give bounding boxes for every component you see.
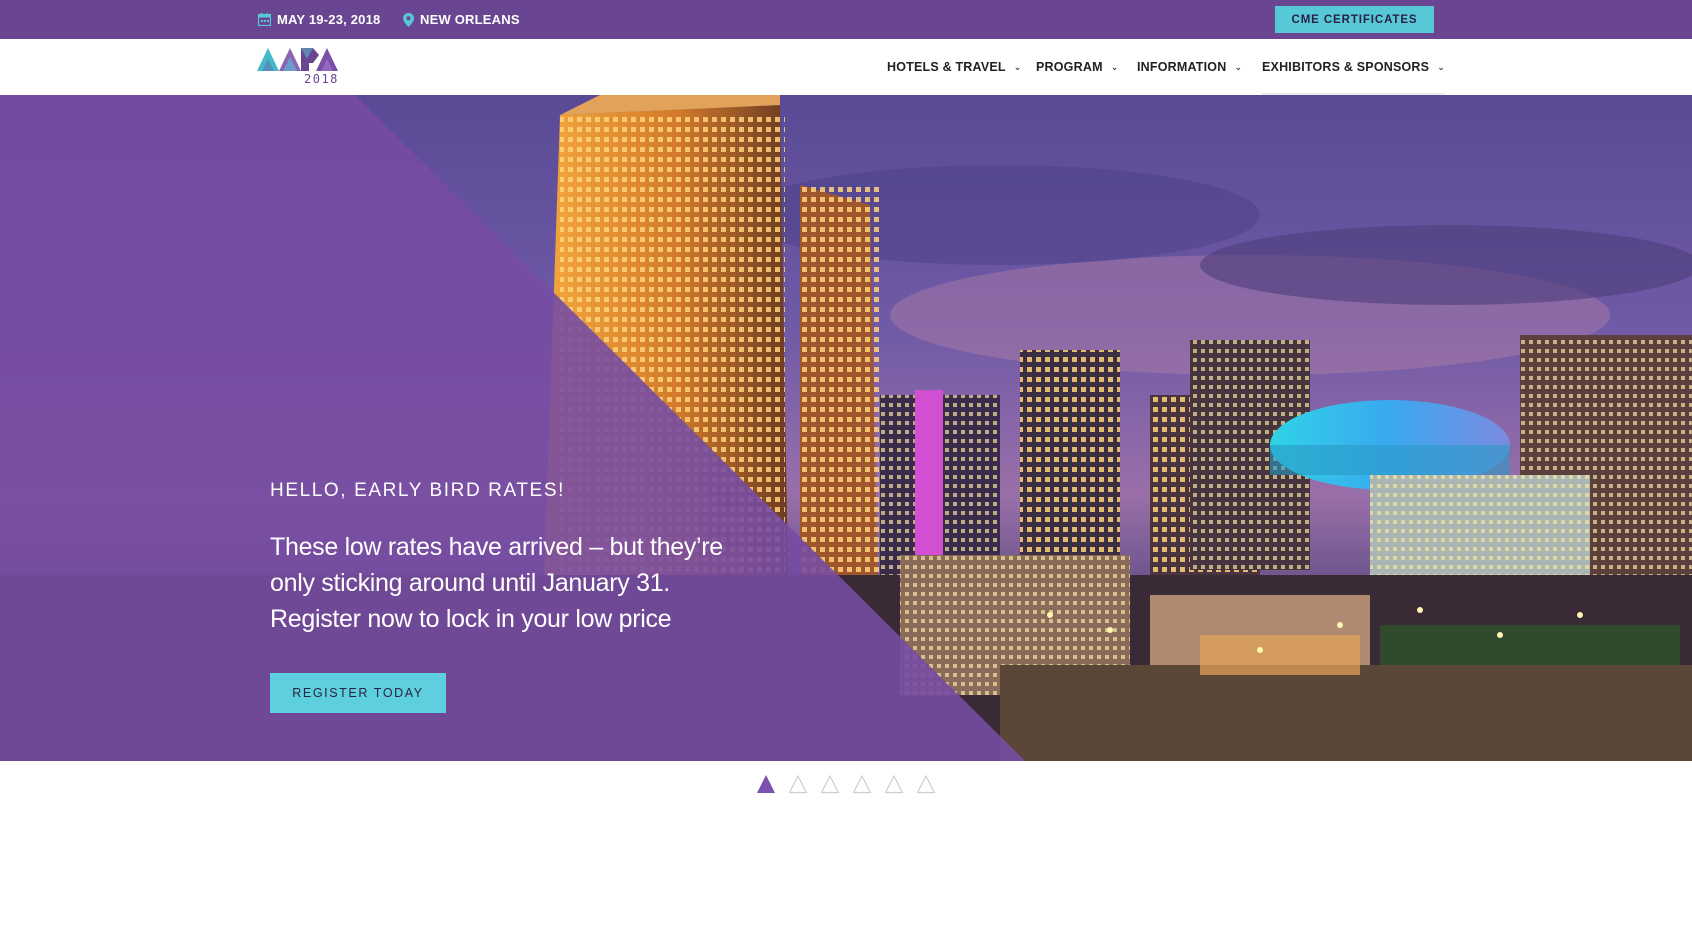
event-location-text: NEW ORLEANS — [420, 12, 520, 27]
event-location: NEW ORLEANS — [403, 0, 520, 39]
nav-information-label: INFORMATION — [1137, 60, 1227, 74]
aapa-logo[interactable]: 2018 — [257, 45, 347, 91]
slide-3-triangle-icon[interactable] — [820, 774, 840, 794]
chevron-down-icon: ⌄ — [1437, 61, 1445, 72]
nav-information[interactable]: INFORMATION ⌄ — [1137, 39, 1242, 95]
hero-city-skyline-image — [0, 95, 1692, 761]
slide-1-triangle-icon[interactable] — [756, 774, 776, 794]
nav-program-label: PROGRAM — [1036, 60, 1103, 74]
slider-pagination — [756, 774, 936, 794]
cme-certificates-button[interactable]: CME CERTIFICATES — [1275, 6, 1434, 33]
chevron-down-icon: ⌄ — [1013, 61, 1022, 72]
nav-exhibitors-sponsors[interactable]: EXHIBITORS & SPONSORS ⌄ — [1262, 39, 1445, 95]
event-date: MAY 19-23, 2018 — [258, 0, 380, 39]
chevron-down-icon: ⌄ — [1234, 61, 1243, 72]
event-date-text: MAY 19-23, 2018 — [277, 12, 381, 27]
hero-kicker: HELLO, EARLY BIRD RATES! — [270, 480, 565, 501]
nav-exhibitors-sponsors-label: EXHIBITORS & SPONSORS — [1262, 60, 1430, 74]
map-pin-icon — [403, 12, 414, 27]
hero-message: These low rates have arrived – but they’… — [270, 533, 723, 633]
logo-year: 2018 — [304, 72, 339, 86]
nav-hotels-travel[interactable]: HOTELS & TRAVEL ⌄ — [887, 39, 1022, 95]
register-today-button[interactable]: REGISTER TODAY — [270, 673, 446, 713]
chevron-down-icon: ⌄ — [1110, 61, 1119, 72]
slide-2-triangle-icon[interactable] — [788, 774, 808, 794]
calendar-icon — [258, 13, 271, 26]
slide-6-triangle-icon[interactable] — [916, 774, 936, 794]
top-info-bar: MAY 19-23, 2018 NEW ORLEANS CME CERTIFIC… — [0, 0, 1692, 39]
main-navigation: 2018 HOTELS & TRAVEL ⌄ PROGRAM ⌄ INFORMA… — [0, 39, 1692, 95]
nav-program[interactable]: PROGRAM ⌄ — [1036, 39, 1118, 95]
slide-5-triangle-icon[interactable] — [884, 774, 904, 794]
slide-4-triangle-icon[interactable] — [852, 774, 872, 794]
nav-hotels-travel-label: HOTELS & TRAVEL — [887, 60, 1006, 74]
hero-slider: HELLO, EARLY BIRD RATES! These low rates… — [0, 95, 1692, 761]
